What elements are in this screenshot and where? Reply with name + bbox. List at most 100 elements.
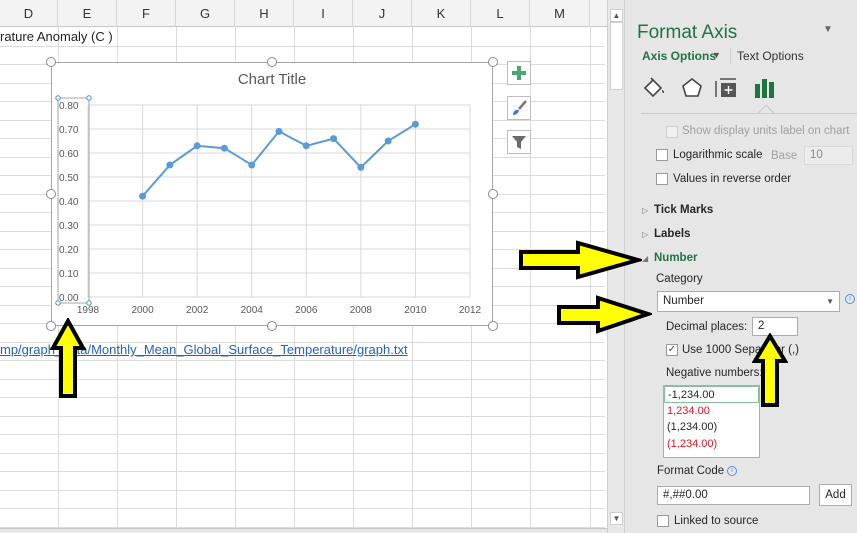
column-header-d[interactable]: D <box>0 0 58 27</box>
row-gridline <box>0 379 605 380</box>
annotation-arrow-number-section <box>519 240 642 280</box>
y-tick-label: 0.70 <box>59 125 79 136</box>
chart-filters-button[interactable] <box>507 130 531 154</box>
data-point <box>220 144 228 152</box>
x-tick-label: 2002 <box>186 305 209 316</box>
data-point <box>193 142 201 150</box>
chart-resize-handle-tr[interactable] <box>488 57 498 67</box>
row-gridline <box>0 397 605 398</box>
annotation-arrow-category <box>557 295 652 334</box>
y-tick-label: 0.40 <box>59 197 79 208</box>
info-icon[interactable]: i <box>845 294 855 304</box>
chevron-down-icon[interactable]: ▼ <box>712 50 721 60</box>
x-tick-label: 2000 <box>131 305 154 316</box>
pane-title: Format Axis <box>637 22 738 43</box>
expand-triangle-icon: ▷ <box>642 206 649 215</box>
scroll-up-button[interactable]: ▲ <box>610 9 623 22</box>
chevron-down-icon: ▼ <box>826 297 834 306</box>
y-tick-label: 0.60 <box>59 149 79 160</box>
chart-plot: 0.00 0.10 0.20 0.30 0.40 0.50 0.60 0.70 0.80 1998… <box>55 95 482 316</box>
section-number-label: Number <box>654 252 698 264</box>
data-point <box>330 135 338 143</box>
negative-option[interactable]: (1,234.00) <box>664 419 759 436</box>
scroll-down-button[interactable]: ▼ <box>610 512 623 525</box>
x-tick-label: 2008 <box>350 305 373 316</box>
data-point <box>411 120 419 128</box>
column-header-l[interactable]: L <box>471 0 530 27</box>
section-labels[interactable]: ▷ Labels <box>642 228 690 240</box>
chart-resize-handle-mr[interactable] <box>488 189 498 199</box>
logarithmic-scale-checkbox[interactable] <box>656 149 668 161</box>
column-header-k[interactable]: K <box>412 0 471 27</box>
data-point <box>302 142 310 150</box>
y-tick-label: 0.30 <box>59 221 79 232</box>
expand-triangle-icon: ▷ <box>642 230 649 239</box>
chart-styles-button[interactable] <box>507 96 531 120</box>
section-tick-marks[interactable]: ▷ Tick Marks <box>642 204 713 216</box>
data-point <box>275 127 283 135</box>
show-display-units-checkbox[interactable] <box>666 126 678 138</box>
row-gridline <box>0 416 605 417</box>
chart-object[interactable]: Chart Title 0.00 0.10 0.20 0.30 0.40 0.50 0.60… <box>51 62 493 326</box>
section-number[interactable]: ◢ Number <box>642 252 697 264</box>
linked-to-source-label: Linked to source <box>674 515 759 527</box>
tab-axis-options[interactable]: Axis Options <box>642 49 716 63</box>
category-select[interactable]: Number ▼ <box>657 291 840 312</box>
y-tick-label: 0.80 <box>59 101 79 112</box>
add-format-code-button[interactable]: Add <box>819 484 852 506</box>
tab-text-options[interactable]: Text Options <box>737 49 804 63</box>
chart-resize-handle-br[interactable] <box>488 321 498 331</box>
column-header-e[interactable]: E <box>58 0 117 27</box>
data-point <box>384 137 392 145</box>
data-point <box>166 161 174 169</box>
negative-option[interactable]: (1,234.00) <box>664 436 759 453</box>
series-line <box>141 123 416 197</box>
effects-icon[interactable] <box>679 76 705 100</box>
log-base-input[interactable]: 10 <box>804 146 853 165</box>
chart-resize-handle-ml[interactable] <box>46 189 56 199</box>
column-header-g[interactable]: G <box>176 0 235 27</box>
fill-line-icon[interactable] <box>641 76 667 100</box>
data-point <box>139 192 147 200</box>
data-point <box>248 161 256 169</box>
chart-elements-button[interactable] <box>507 61 531 85</box>
format-code-label: Format Code <box>657 465 725 477</box>
axis-options-icon[interactable] <box>752 76 778 100</box>
annotation-arrow-up-axis <box>50 318 86 398</box>
row-gridline <box>0 490 605 491</box>
filter-icon <box>512 136 526 149</box>
size-properties-icon[interactable] <box>713 76 739 100</box>
pane-options-dropdown[interactable]: ▼ <box>823 24 833 35</box>
scroll-thumb[interactable] <box>610 22 623 90</box>
column-header-j[interactable]: J <box>353 0 412 27</box>
decimal-places-label: Decimal places: <box>666 321 748 333</box>
chart-resize-handle-tl[interactable] <box>46 57 56 67</box>
pane-divider <box>641 113 857 114</box>
paintbrush-icon <box>513 100 527 115</box>
category-select-value: Number <box>663 295 704 307</box>
cell-series-title[interactable]: rature Anomaly (C ) <box>0 28 113 46</box>
section-labels-label: Labels <box>654 228 691 240</box>
category-label: Category <box>656 273 703 285</box>
negative-numbers-list[interactable]: -1,234.00 1,234.00 (1,234.00) (1,234.00) <box>663 385 760 458</box>
chart-resize-handle-tc[interactable] <box>267 57 277 67</box>
negative-option[interactable]: 1,234.00 <box>664 403 759 420</box>
format-code-input[interactable]: #,##0.00 <box>657 486 810 505</box>
column-header-i[interactable]: I <box>294 0 353 27</box>
negative-option[interactable]: -1,234.00 <box>664 386 759 403</box>
x-tick-label: 2004 <box>241 305 264 316</box>
column-header-f[interactable]: F <box>117 0 176 27</box>
axis-selection-handle <box>86 95 92 101</box>
info-icon[interactable]: i <box>727 466 737 476</box>
show-display-units-label: Show display units label on chart <box>682 125 850 137</box>
use-1000-separator-checkbox[interactable]: ✓ <box>666 344 678 356</box>
column-header-m[interactable]: M <box>530 0 590 27</box>
axis-selection-handle <box>55 300 61 306</box>
column-header-row: D E F G H I J K L M <box>0 0 607 27</box>
y-tick-label: 0.20 <box>59 245 79 256</box>
chart-resize-handle-bc[interactable] <box>267 321 277 331</box>
column-header-h[interactable]: H <box>235 0 294 27</box>
values-reverse-order-checkbox[interactable] <box>656 173 668 185</box>
values-reverse-order-label: Values in reverse order <box>673 173 792 185</box>
linked-to-source-checkbox[interactable] <box>657 515 669 527</box>
